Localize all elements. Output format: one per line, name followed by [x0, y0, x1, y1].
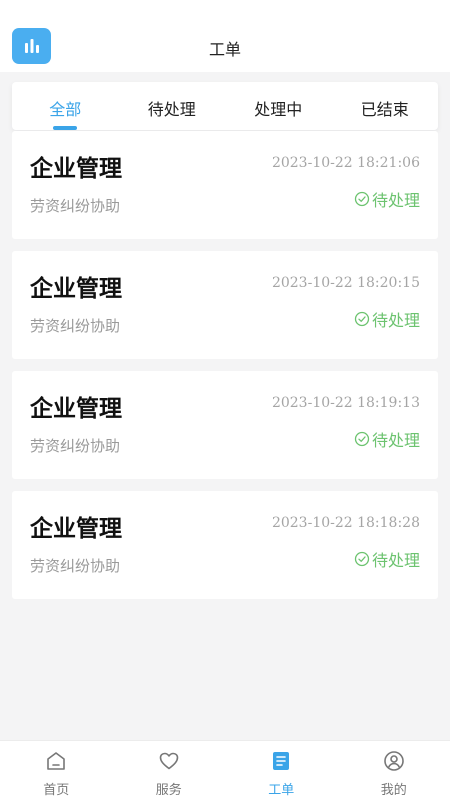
ticket-status-label: 待处理 — [371, 431, 420, 450]
tab-label: 处理中 — [254, 100, 303, 119]
ticket-card[interactable]: 企业管理 劳资纠纷协助 2023-10-22 18:21:06 待处理 — [12, 131, 438, 239]
ticket-title: 企业管理 — [30, 276, 122, 302]
top-header: 工单 — [0, 0, 450, 72]
ticket-status: 待处理 — [354, 187, 420, 211]
ticket-status-label: 待处理 — [371, 191, 420, 210]
ticket-subtitle: 劳资纠纷协助 — [30, 317, 121, 335]
ticket-title: 企业管理 — [30, 156, 122, 182]
nav-item-workorder[interactable]: 工单 — [225, 741, 338, 800]
check-circle-icon — [354, 431, 370, 447]
nav-label: 首页 — [43, 783, 70, 798]
ticket-time: 2023-10-22 18:20:15 — [271, 275, 420, 291]
page-title: 工单 — [208, 40, 241, 59]
check-circle-icon — [354, 191, 370, 207]
nav-label: 工单 — [268, 783, 295, 798]
nav-item-home[interactable]: 首页 — [0, 741, 113, 800]
ticket-card[interactable]: 企业管理 劳资纠纷协助 2023-10-22 18:18:28 待处理 — [12, 491, 438, 599]
document-icon — [270, 750, 292, 772]
ticket-status: 待处理 — [354, 307, 420, 331]
ticket-time: 2023-10-22 18:19:13 — [271, 395, 420, 411]
ticket-status-label: 待处理 — [371, 551, 420, 570]
ticket-time: 2023-10-22 18:18:28 — [271, 515, 420, 531]
user-icon — [383, 750, 405, 772]
ticket-subtitle: 劳资纠纷协助 — [30, 437, 121, 455]
heart-icon — [158, 750, 180, 772]
active-tab-indicator — [53, 126, 78, 130]
ticket-status: 待处理 — [354, 427, 420, 451]
ticket-status: 待处理 — [354, 547, 420, 571]
home-icon — [45, 750, 67, 772]
ticket-time: 2023-10-22 18:21:06 — [271, 155, 420, 171]
check-circle-icon — [354, 551, 370, 567]
tab-label: 全部 — [49, 100, 82, 119]
tab-all[interactable]: 全部 — [12, 82, 119, 130]
tab-label: 已结束 — [360, 100, 409, 119]
nav-label: 服务 — [155, 783, 182, 798]
ticket-title: 企业管理 — [30, 396, 122, 422]
ticket-status-label: 待处理 — [371, 311, 420, 330]
tab-finished[interactable]: 已结束 — [332, 82, 439, 130]
ticket-card[interactable]: 企业管理 劳资纠纷协助 2023-10-22 18:19:13 待处理 — [12, 371, 438, 479]
ticket-subtitle: 劳资纠纷协助 — [30, 197, 121, 215]
tab-pending[interactable]: 待处理 — [119, 82, 226, 130]
tab-label: 待处理 — [147, 100, 196, 119]
nav-item-service[interactable]: 服务 — [113, 741, 226, 800]
ticket-subtitle: 劳资纠纷协助 — [30, 557, 121, 575]
status-tabs: 全部 待处理 处理中 已结束 — [12, 82, 438, 130]
nav-label: 我的 — [380, 783, 407, 798]
tab-processing[interactable]: 处理中 — [225, 82, 332, 130]
ticket-card[interactable]: 企业管理 劳资纠纷协助 2023-10-22 18:20:15 待处理 — [12, 251, 438, 359]
ticket-title: 企业管理 — [30, 516, 122, 542]
nav-item-mine[interactable]: 我的 — [338, 741, 450, 800]
bottom-nav: 首页 服务 工单 我的 — [0, 740, 450, 800]
check-circle-icon — [354, 311, 370, 327]
